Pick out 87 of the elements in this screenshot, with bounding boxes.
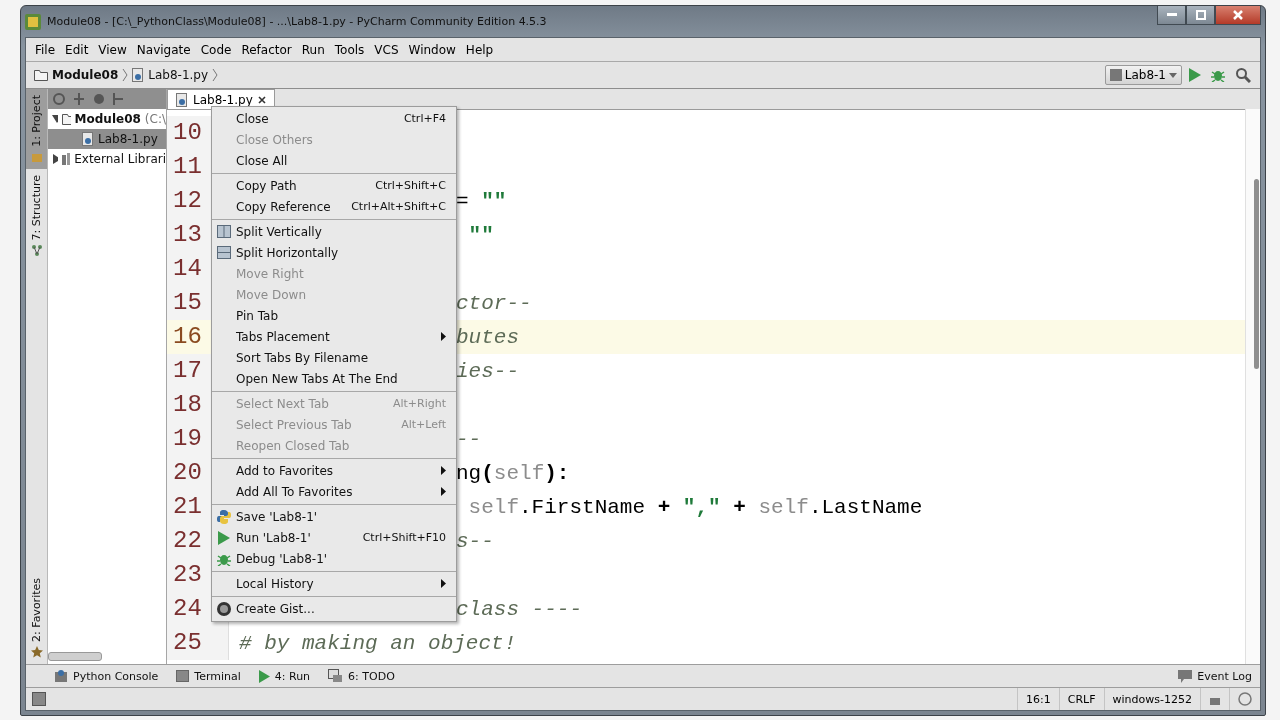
code-line: butes (456, 325, 519, 349)
encoding[interactable]: windows-1252 (1103, 688, 1200, 710)
bug-icon (1211, 68, 1225, 82)
menu-item[interactable]: Tools (329, 42, 370, 57)
speech-bubble-icon (1178, 669, 1193, 683)
code-line: ctor-- (456, 291, 532, 315)
target-icon[interactable] (52, 92, 66, 106)
menu-item[interactable]: Refactor (236, 42, 297, 57)
code-line: s-- (456, 529, 494, 553)
shortcut: Alt+Left (401, 418, 446, 431)
menu-item[interactable]: File (30, 42, 61, 57)
close-icon[interactable] (257, 95, 266, 104)
collapsed-icon[interactable] (52, 154, 58, 164)
menu-item[interactable]: Run (296, 42, 330, 57)
shortcut: Alt+Right (392, 397, 446, 410)
minimize-icon (1166, 13, 1177, 17)
app-icon (25, 13, 41, 30)
tree-item[interactable]: Lab8-1.py (48, 129, 166, 149)
python-file-icon (176, 92, 188, 107)
structure-icon (30, 244, 43, 257)
maximize-icon (1195, 10, 1206, 20)
tool-window-button[interactable]: Python Console (54, 669, 159, 683)
pin-icon[interactable] (112, 92, 124, 106)
python-file-icon (132, 68, 145, 82)
code-line: "" (467, 223, 494, 247)
library-icon (61, 153, 71, 165)
close-icon (1233, 10, 1243, 20)
debug-button[interactable] (1208, 68, 1228, 82)
menu-item[interactable]: Navigate (131, 42, 196, 57)
tool-window-tab[interactable]: 1: Project (26, 89, 47, 169)
expanded-icon[interactable] (52, 115, 59, 123)
checklist-icon (328, 669, 344, 683)
minimize-button[interactable] (1157, 6, 1186, 25)
shortcut: Ctrl+Shift+F10 (362, 531, 446, 544)
code-line: self.FirstName + "," + self.LastName (467, 495, 923, 519)
tree-item[interactable]: Module08 (C:\ (48, 109, 166, 129)
cursor-position[interactable]: 16:1 (1017, 688, 1059, 710)
collapse-icon[interactable] (72, 92, 86, 106)
menu-item[interactable]: Help (460, 42, 499, 57)
code-line: # by making an object! (239, 631, 517, 655)
shortcut: Ctrl+Alt+Shift+C (351, 200, 446, 213)
menu-item[interactable]: VCS (369, 42, 404, 57)
window-title: Module08 - [C:\_PythonClass\Module08] - ...\Lab8-1.py - PyCharm Community Edition 4.5.3 (47, 15, 547, 28)
play-icon (218, 530, 230, 545)
terminal-icon (176, 670, 190, 682)
code-line: class ---- (456, 597, 583, 621)
tree-item[interactable]: External Librari (48, 149, 166, 169)
shortcut: Ctrl+Shift+C (375, 179, 446, 192)
chevron-icon (122, 68, 129, 82)
split-icon (217, 225, 231, 238)
folder-icon (62, 113, 71, 125)
menu-item[interactable]: Create Gist... (212, 598, 456, 619)
tool-window-button[interactable]: 6: TODO (328, 669, 395, 683)
breadcrumb[interactable]: Lab8-1.py (132, 68, 219, 82)
folder-path: (C:\ (144, 112, 166, 126)
editor-tab[interactable]: Lab8-1.py (167, 89, 275, 109)
code-line: ies-- (456, 359, 519, 383)
close-button[interactable] (1215, 6, 1261, 25)
menu-item[interactable]: View (93, 42, 132, 57)
shortcut: Ctrl+F4 (403, 112, 446, 125)
tool-window-button[interactable]: Terminal (176, 669, 241, 683)
tool-window-tab[interactable]: 7: Structure (26, 168, 47, 263)
split-icon (217, 246, 231, 259)
code-line: -- (456, 427, 482, 451)
chevron-icon (212, 68, 219, 82)
star-icon (30, 646, 43, 658)
scrollbar-thumb[interactable] (1254, 179, 1259, 369)
folder-icon (34, 69, 48, 81)
menu-item[interactable]: Local History (212, 573, 456, 594)
tool-windows-icon[interactable] (32, 692, 46, 706)
python-file-icon (82, 132, 94, 146)
event-log-button[interactable]: Event Log (1178, 669, 1252, 683)
line-number: 25 (167, 626, 229, 660)
maximize-button[interactable] (1186, 6, 1215, 25)
menu-item[interactable]: Code (195, 42, 237, 57)
menu-item[interactable]: Edit (60, 42, 94, 57)
tool-window-tab[interactable]: 2: Favorites (26, 572, 47, 664)
code-line: ng(self): (456, 461, 570, 485)
code-line: = "" (456, 189, 507, 213)
play-icon (258, 669, 270, 683)
breadcrumb[interactable]: Module08 (34, 68, 129, 82)
line-ending-field[interactable]: CRLF (1058, 688, 1104, 710)
tool-window-button[interactable]: 4: Run (258, 669, 311, 683)
caret-icon (1169, 72, 1177, 78)
run-config-dropdown[interactable]: Lab8-1 (1104, 65, 1182, 85)
scrollbar-thumb[interactable] (48, 652, 102, 661)
menu-item[interactable]: Window (403, 42, 461, 57)
